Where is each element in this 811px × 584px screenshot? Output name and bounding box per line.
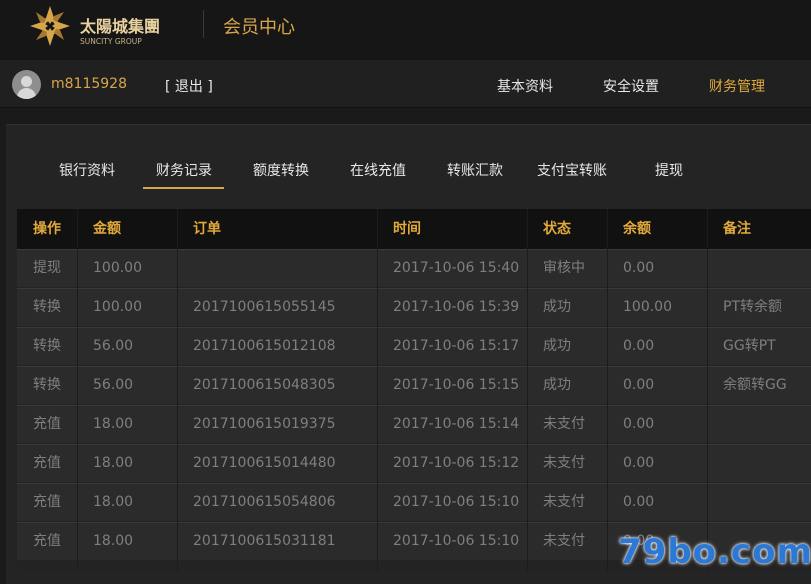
cell-status: 审核中	[543, 260, 585, 276]
cell-note: 余额转GG	[723, 377, 787, 393]
cell-amount: 18.00	[93, 494, 134, 510]
header-operation: 操作	[33, 221, 61, 237]
cell-status: 成功	[543, 338, 571, 354]
cell-order: 2017100615012108	[193, 338, 336, 354]
header-status: 状态	[543, 221, 571, 237]
cell-order: 2017100615031181	[193, 533, 336, 549]
header-balance: 余额	[623, 221, 651, 237]
cell-operation: 提现	[33, 260, 61, 276]
cell-balance: 0.00	[623, 455, 655, 471]
cell-time: 2017-10-06 15:12	[393, 455, 520, 471]
cell-balance: 0.00	[623, 260, 655, 276]
tab-online-deposit[interactable]: 在线充值	[350, 160, 406, 180]
cell-operation: 充值	[33, 455, 61, 471]
column-divider	[177, 209, 178, 571]
cell-time: 2017-10-06 15:39	[393, 299, 520, 315]
page-title: 会员中心	[223, 17, 295, 38]
cell-balance: 0.00	[623, 416, 655, 432]
column-divider	[77, 209, 78, 571]
cell-operation: 转换	[33, 338, 61, 354]
tab-bank-info[interactable]: 银行资料	[59, 160, 115, 180]
cell-status: 未支付	[543, 494, 585, 510]
cell-time: 2017-10-06 15:10	[393, 533, 520, 549]
tab-finance-records[interactable]: 财务记录	[156, 160, 212, 180]
logo-emblem-icon: 太陽城集團 SUNCITY GROUP	[30, 6, 160, 46]
cell-time: 2017-10-06 15:17	[393, 338, 520, 354]
active-tab-indicator	[143, 187, 224, 189]
cell-status: 未支付	[543, 416, 585, 432]
cell-amount: 56.00	[93, 377, 134, 393]
cell-status: 未支付	[543, 533, 585, 549]
cell-status: 未支付	[543, 455, 585, 471]
site-watermark: 79bo.com	[618, 532, 811, 572]
header-divider	[203, 10, 204, 38]
cell-amount: 100.00	[93, 260, 142, 276]
cell-order: 2017100615054806	[193, 494, 336, 510]
cell-order: 2017100615048305	[193, 377, 336, 393]
cell-operation: 充值	[33, 494, 61, 510]
header-note: 备注	[723, 221, 751, 237]
cell-status: 成功	[543, 299, 571, 315]
username: m8115928	[51, 76, 127, 92]
cell-time: 2017-10-06 15:10	[393, 494, 520, 510]
cell-note: PT转余额	[723, 299, 782, 315]
header-time: 时间	[393, 221, 421, 237]
cell-order: 2017100615014480	[193, 455, 336, 471]
nav-security-settings[interactable]: 安全设置	[603, 76, 659, 96]
header-order: 订单	[193, 221, 221, 237]
cell-order: 2017100615019375	[193, 416, 336, 432]
tab-alipay-transfer[interactable]: 支付宝转账	[537, 160, 607, 180]
cell-time: 2017-10-06 15:14	[393, 416, 520, 432]
nav-basic-info[interactable]: 基本资料	[497, 76, 553, 96]
column-divider	[527, 209, 528, 571]
cell-balance: 0.00	[623, 338, 655, 354]
cell-balance: 100.00	[623, 299, 672, 315]
cell-amount: 56.00	[93, 338, 134, 354]
cell-time: 2017-10-06 15:40	[393, 260, 520, 276]
cell-note: GG转PT	[723, 338, 776, 354]
cell-balance: 0.00	[623, 377, 655, 393]
suncity-logo[interactable]: 太陽城集團 SUNCITY GROUP	[28, 4, 168, 50]
cell-order: 2017100615055145	[193, 299, 336, 315]
nav-finance-management[interactable]: 财务管理	[709, 76, 765, 96]
column-divider	[377, 209, 378, 571]
cell-time: 2017-10-06 15:15	[393, 377, 520, 393]
cell-balance: 0.00	[623, 494, 655, 510]
cell-operation: 转换	[33, 299, 61, 315]
cell-amount: 100.00	[93, 299, 142, 315]
cell-operation: 转换	[33, 377, 61, 393]
cell-operation: 充值	[33, 533, 61, 549]
cell-status: 成功	[543, 377, 571, 393]
avatar[interactable]	[12, 70, 41, 99]
svg-text:SUNCITY GROUP: SUNCITY GROUP	[80, 37, 142, 46]
cell-amount: 18.00	[93, 533, 134, 549]
logout-button[interactable]: [ 退出 ]	[165, 76, 213, 96]
column-divider	[607, 209, 608, 571]
cell-amount: 18.00	[93, 455, 134, 471]
tab-withdraw[interactable]: 提现	[655, 160, 683, 180]
cell-operation: 充值	[33, 416, 61, 432]
column-divider	[707, 209, 708, 571]
header-amount: 金额	[93, 221, 121, 237]
tab-credit-transfer[interactable]: 额度转换	[253, 160, 309, 180]
svg-text:太陽城集團: 太陽城集團	[79, 17, 160, 36]
tab-bank-transfer[interactable]: 转账汇款	[447, 160, 503, 180]
cell-amount: 18.00	[93, 416, 134, 432]
